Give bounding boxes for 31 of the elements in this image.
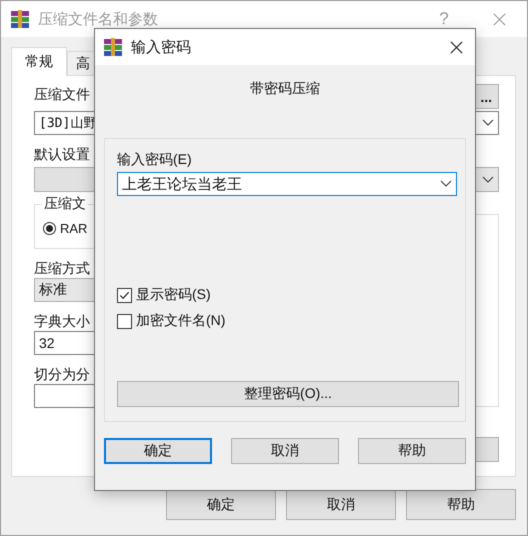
checkbox-label: 加密文件名(N) [136, 312, 226, 330]
chevron-icon[interactable] [482, 119, 494, 127]
checkbox-label: 显示密码(S) [136, 286, 211, 304]
chevron-icon[interactable] [482, 176, 494, 184]
default-settings-label: 默认设置 [34, 145, 90, 164]
archive-name-label: 压缩文件 [34, 85, 90, 104]
organize-passwords-button[interactable]: 整理密码(O)... [117, 381, 459, 407]
password-field[interactable]: 上老王论坛当老王 [117, 172, 457, 196]
method-label: 压缩方式 [34, 259, 90, 278]
dialog-button[interactable]: 帮助 [406, 489, 516, 520]
chevron-icon[interactable] [440, 180, 452, 188]
dialog-button[interactable]: 取消 [286, 489, 396, 520]
format-option-label: RAR [60, 221, 88, 236]
checkbox[interactable] [117, 288, 132, 302]
dialog-button[interactable]: 确定 [104, 438, 212, 464]
app-icon [10, 9, 30, 29]
window-title: 压缩文件名和参数 [38, 10, 158, 28]
format-group-label: 压缩文 [42, 195, 88, 213]
dialog-title: 输入密码 [131, 38, 191, 56]
dictionary-label: 字典大小 [34, 312, 90, 331]
dialog-button[interactable]: 取消 [231, 438, 339, 464]
app-icon [103, 37, 123, 57]
dialog-button[interactable]: 帮助 [358, 438, 466, 464]
close-icon[interactable] [449, 40, 464, 54]
dialog-button[interactable]: 确定 [166, 489, 276, 520]
tab[interactable]: 常规 [11, 47, 67, 76]
split-label: 切分为分 [34, 365, 90, 384]
radio-button[interactable] [43, 222, 56, 235]
password-label: 输入密码(E) [117, 150, 192, 169]
dialog-heading: 带密码压缩 [250, 80, 320, 98]
checkbox[interactable] [117, 314, 132, 328]
